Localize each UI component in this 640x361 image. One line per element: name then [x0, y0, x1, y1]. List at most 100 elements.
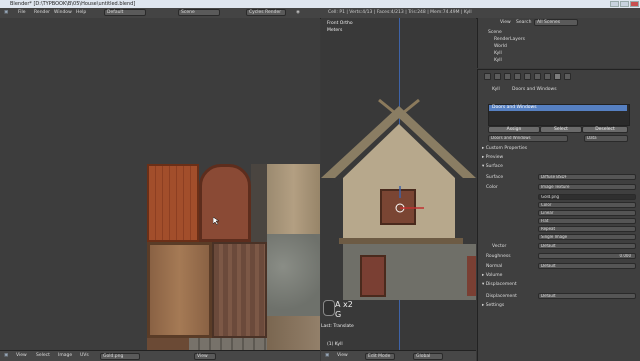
outliner-item-world[interactable]: World: [494, 44, 507, 49]
maximize-button[interactable]: [620, 1, 629, 7]
scene-stats: Cell: P1 | Verts:4/13 | Faces:4/213 | Tr…: [328, 10, 472, 15]
material-name-field[interactable]: Doors and Windows: [488, 135, 568, 142]
vector-field[interactable]: Default: [538, 243, 636, 249]
image-dropdown[interactable]: Gold.png: [100, 352, 140, 360]
source-dropdown[interactable]: Single Image: [538, 234, 636, 240]
uv-menu-uvs[interactable]: UVs: [80, 353, 89, 358]
layers-tab-icon[interactable]: [494, 73, 501, 80]
extension-dropdown[interactable]: Repeat: [538, 226, 636, 232]
color-space-dropdown[interactable]: Color: [538, 202, 636, 208]
custom-properties-section[interactable]: ▸ Custom Properties: [482, 146, 527, 151]
mode-dropdown[interactable]: Edit Mode: [365, 352, 395, 360]
uv-menu-image[interactable]: Image: [58, 353, 72, 358]
material-tab-icon[interactable]: [554, 73, 561, 80]
data-tab-icon[interactable]: [544, 73, 551, 80]
uv-editor-header: ▣ View Select Image UVs Gold.png View: [0, 350, 320, 361]
menu-help[interactable]: Help: [76, 10, 86, 15]
displacement-label: Displacement: [486, 294, 517, 299]
uv-image-editor[interactable]: [0, 18, 320, 350]
surface-section[interactable]: ▾ Surface: [482, 164, 503, 169]
editor-type-icon[interactable]: ▣: [4, 10, 8, 15]
outliner-item-kyll-2[interactable]: Kyll: [494, 58, 502, 63]
double-door-texture: [147, 242, 212, 338]
material-slot-item[interactable]: Doors and Windows: [489, 105, 627, 111]
outliner-filter-dropdown[interactable]: All Scenes: [534, 19, 578, 26]
surface-label: Surface: [486, 175, 504, 180]
world-tab-icon[interactable]: [514, 73, 521, 80]
roughness-label: Roughness: [486, 254, 511, 259]
assign-button[interactable]: Assign: [488, 126, 540, 133]
projection-dropdown[interactable]: Flat: [538, 218, 636, 224]
viewport-projection-label: Front Ortho: [327, 21, 353, 26]
minimize-button[interactable]: [610, 1, 619, 7]
3d-viewport-header: ▣ View Edit Mode Global: [321, 350, 476, 361]
stone-wall-texture: [189, 338, 267, 350]
modifiers-tab-icon[interactable]: [534, 73, 541, 80]
menu-window[interactable]: Window: [54, 10, 72, 15]
menu-file[interactable]: File: [18, 10, 26, 15]
mouse-cursor-icon: [213, 217, 219, 225]
breadcrumb-material: Doors and Windows: [512, 87, 557, 92]
outliner-item-scene[interactable]: Scene: [488, 30, 502, 35]
door-red-texture: [147, 164, 199, 242]
settings-section[interactable]: ▸ Settings: [482, 303, 504, 308]
blender-logo-icon: ◉: [296, 10, 300, 15]
view3d-menu-view[interactable]: View: [337, 353, 348, 358]
editor-type-icon[interactable]: ▣: [325, 353, 329, 358]
data-link-dropdown[interactable]: Data: [584, 135, 628, 142]
outliner-menu-search[interactable]: Search: [516, 20, 531, 25]
volume-section[interactable]: ▸ Volume: [482, 273, 502, 278]
uv-menu-select[interactable]: Select: [36, 353, 50, 358]
render-engine-dropdown[interactable]: Cycles Render: [246, 9, 286, 16]
orientation-dropdown[interactable]: Global: [413, 352, 443, 360]
wood-plank-texture: [267, 164, 320, 234]
outliner: View Search All Scenes Scene RenderLayer…: [477, 18, 640, 68]
breadcrumb-object: Kyll: [492, 87, 500, 92]
uv-menu-view[interactable]: View: [16, 353, 27, 358]
preview-section[interactable]: ▸ Preview: [482, 155, 503, 160]
plank-texture-bottom: [267, 316, 320, 350]
texture-tab-icon[interactable]: [564, 73, 571, 80]
active-object-label: (1) Kyll: [327, 342, 343, 347]
object-tab-icon[interactable]: [524, 73, 531, 80]
uv-view-dropdown[interactable]: View: [194, 352, 216, 360]
dark-strip-texture: [251, 164, 267, 242]
keystroke-display: A x2: [335, 300, 353, 309]
color-input-field[interactable]: Image Texture: [538, 184, 636, 190]
render-tab-icon[interactable]: [484, 73, 491, 80]
mouse-button-icon: [323, 300, 335, 316]
viewport-units-label: Meters: [327, 28, 343, 33]
house-model: [321, 98, 476, 300]
displacement-field[interactable]: Default: [538, 293, 636, 299]
close-button[interactable]: [630, 1, 639, 7]
keystroke-display-2: G: [335, 310, 342, 319]
menu-render[interactable]: Render: [34, 10, 50, 15]
door-bottom-texture: [147, 338, 189, 350]
3d-viewport[interactable]: Front Ortho Meters A x2 G Last: Translat…: [321, 18, 476, 350]
last-operator-label: Last: Translate: [321, 324, 354, 329]
color-label: Color: [486, 185, 498, 190]
outliner-menu-view[interactable]: View: [500, 20, 511, 25]
scene-tab-icon[interactable]: [504, 73, 511, 80]
image-field[interactable]: Gold.png: [538, 194, 636, 200]
interpolation-dropdown[interactable]: Linear: [538, 210, 636, 216]
select-button[interactable]: Select: [540, 126, 582, 133]
properties-editor: Kyll Doors and Windows Doors and Windows…: [477, 69, 640, 361]
displacement-section[interactable]: ▾ Displacement: [482, 282, 517, 287]
old-door-texture: [212, 242, 267, 338]
deselect-button[interactable]: Deselect: [582, 126, 628, 133]
scene-dropdown[interactable]: Scene: [178, 9, 220, 16]
editor-type-icon[interactable]: ▣: [4, 353, 8, 358]
stone-texture: [267, 234, 320, 316]
window-title-bar: Blender* [D:\TYPBOOK\B\05\House\untitled…: [0, 0, 640, 8]
arched-door-texture: [199, 164, 251, 242]
material-slot-list[interactable]: Doors and Windows: [488, 104, 630, 126]
layout-dropdown[interactable]: Default: [104, 9, 146, 16]
vector-label: Vector: [492, 244, 507, 249]
normal-label: Normal: [486, 264, 503, 269]
outliner-item-kyll[interactable]: Kyll: [494, 51, 502, 56]
normal-field[interactable]: Default: [538, 263, 636, 269]
surface-shader-field[interactable]: Diffuse BSDF: [538, 174, 636, 180]
outliner-item-renderlayers[interactable]: RenderLayers: [494, 37, 525, 42]
roughness-slider[interactable]: 0.000: [538, 253, 636, 259]
